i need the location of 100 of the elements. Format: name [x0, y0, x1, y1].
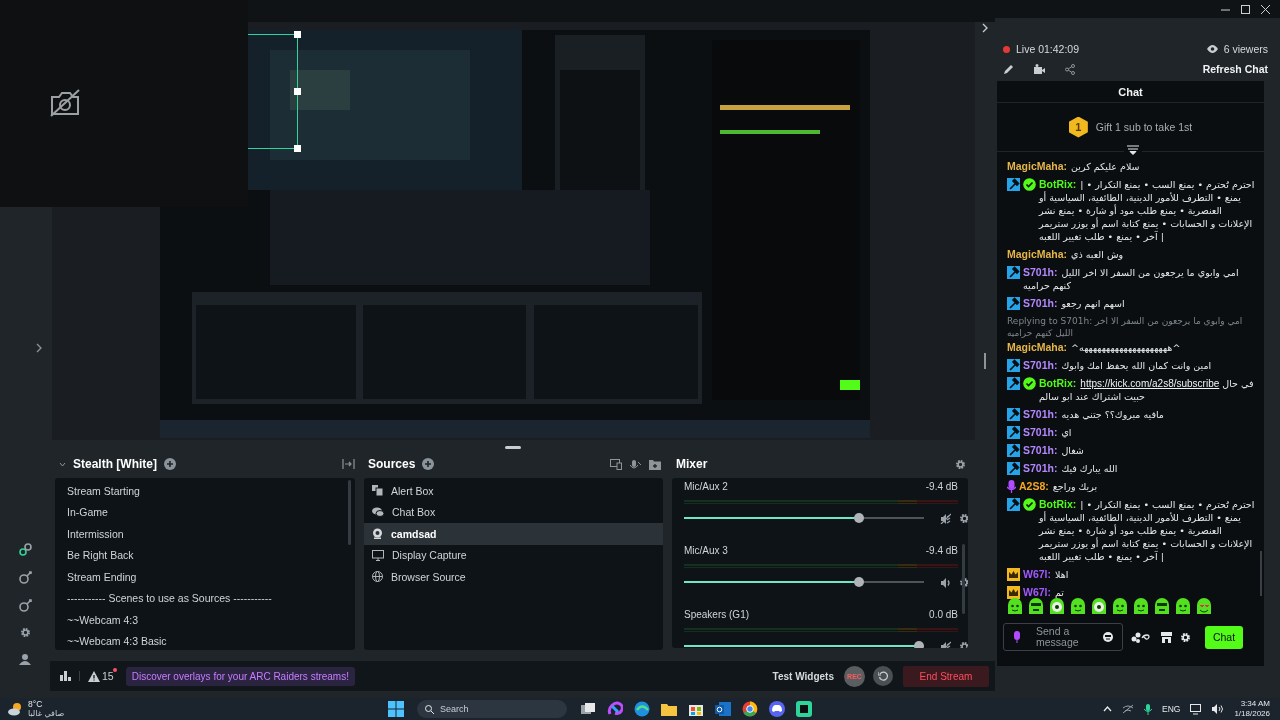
- source-item[interactable]: camdsad: [364, 523, 663, 545]
- test-widgets-link[interactable]: Test Widgets: [772, 670, 834, 682]
- search-icon: [425, 704, 434, 714]
- speaker-icon[interactable]: [940, 576, 951, 588]
- refresh-chat-button[interactable]: Refresh Chat: [1202, 63, 1268, 75]
- chevron-up-icon[interactable]: [1103, 706, 1112, 712]
- clock-date[interactable]: 1/18/2026: [1234, 709, 1270, 719]
- replay-button[interactable]: [873, 666, 893, 686]
- emote-icon[interactable]: [1090, 598, 1108, 615]
- emoji-icon[interactable]: [1103, 632, 1113, 642]
- scene-item[interactable]: Be Right Back: [55, 544, 355, 566]
- scene-item[interactable]: ~~Webcam 4:3: [55, 609, 355, 631]
- chevron-right-icon[interactable]: [982, 23, 988, 33]
- scrollbar[interactable]: [1260, 551, 1262, 596]
- scene-item[interactable]: Stream Starting: [55, 480, 355, 502]
- weather-icon[interactable]: [8, 702, 24, 716]
- settings-icon[interactable]: [955, 458, 966, 470]
- globe-icon: [372, 571, 383, 583]
- search-field[interactable]: Search: [417, 700, 567, 718]
- devices-icon[interactable]: [610, 458, 622, 470]
- eye-icon: [1206, 45, 1218, 53]
- windows-icon[interactable]: [388, 701, 404, 717]
- emote-icon[interactable]: [1048, 598, 1066, 615]
- resize-handle[interactable]: [504, 445, 521, 449]
- source-item[interactable]: Display Capture: [364, 544, 663, 566]
- scrollbar[interactable]: [962, 544, 965, 614]
- verified-badge-icon: [1023, 498, 1036, 511]
- emote-icon[interactable]: [1006, 598, 1024, 615]
- microphone-icon[interactable]: [630, 458, 641, 470]
- source-item[interactable]: Alert Box: [364, 480, 663, 502]
- chevron-right-icon[interactable]: [36, 343, 42, 353]
- camera-icon[interactable]: [1034, 63, 1045, 75]
- mail-icon[interactable]: [715, 701, 731, 717]
- monitor-icon[interactable]: [1190, 703, 1203, 715]
- end-stream-button[interactable]: End Stream: [903, 665, 989, 687]
- layers-icon: [372, 485, 383, 497]
- scrollbar[interactable]: [348, 480, 351, 545]
- settings-icon[interactable]: [19, 627, 31, 638]
- monitor-icon: [372, 549, 384, 561]
- muted-speaker-icon[interactable]: [940, 512, 951, 524]
- folder-icon[interactable]: [661, 701, 677, 717]
- store-icon[interactable]: [1161, 631, 1172, 643]
- microphone-icon[interactable]: [1144, 703, 1152, 715]
- user-icon[interactable]: [19, 653, 31, 665]
- hammer-badge-icon: [1007, 408, 1020, 421]
- scene-item[interactable]: ~~Webcam 4:3 Basic: [55, 630, 355, 650]
- volume-slider[interactable]: [684, 576, 924, 588]
- db-reading: -9.4 dB: [925, 544, 958, 556]
- promo-banner[interactable]: Discover overlays for your ARC Raiders streams!: [125, 666, 355, 686]
- folder-add-icon[interactable]: [649, 458, 661, 470]
- volume-slider[interactable]: [684, 512, 924, 524]
- network-off-icon[interactable]: [1122, 704, 1134, 714]
- muted-speaker-icon[interactable]: [940, 640, 951, 648]
- emote-icon[interactable]: [1195, 598, 1213, 615]
- task-view-icon[interactable]: [580, 701, 596, 717]
- app-icon[interactable]: [796, 701, 812, 717]
- swirl-icon[interactable]: [607, 701, 623, 717]
- browser-icon[interactable]: [634, 701, 650, 717]
- scene-item[interactable]: Stream Ending: [55, 566, 355, 588]
- emote-icon[interactable]: [1027, 598, 1045, 615]
- share-icon[interactable]: [1065, 63, 1075, 75]
- plug-icon[interactable]: [18, 571, 32, 584]
- scene-item[interactable]: In-Game: [55, 501, 355, 523]
- game-controller-icon[interactable]: [769, 701, 785, 717]
- emote-icon[interactable]: [1111, 598, 1129, 615]
- chat-link[interactable]: https://kick.com/a2s8/subscribe: [1080, 378, 1220, 389]
- resize-handle-icon[interactable]: [984, 353, 986, 369]
- browser-icon[interactable]: [742, 701, 758, 717]
- speaker-icon[interactable]: [1212, 704, 1225, 714]
- scroll-down-icon[interactable]: [1127, 145, 1139, 155]
- reply-context: Replying to S701h: امي وابوي ما يرجعون من السفر الا اخر الليل كنهم حراميه: [1007, 315, 1244, 339]
- hammer-badge-icon: [1007, 462, 1020, 475]
- scene-item[interactable]: Intermission: [55, 523, 355, 545]
- points-icon[interactable]: [1131, 631, 1153, 643]
- link-icon[interactable]: [18, 543, 32, 556]
- emote-icon[interactable]: [1132, 598, 1150, 615]
- gift-prompt[interactable]: Gift 1 sub to take 1st: [1095, 121, 1193, 133]
- source-item[interactable]: Chat Box: [364, 501, 663, 523]
- microphone-icon[interactable]: [1013, 631, 1021, 643]
- chevron-down-icon[interactable]: [59, 460, 66, 468]
- stats-icon[interactable]: [60, 671, 71, 681]
- replay-icon: [878, 671, 888, 681]
- scene-item[interactable]: ----------- Scenes to use as Sources -----------: [55, 587, 355, 609]
- source-item[interactable]: Browser Source: [364, 566, 663, 588]
- close-icon[interactable]: [1261, 4, 1270, 14]
- settings-icon[interactable]: [959, 512, 968, 524]
- language-indicator[interactable]: ENG: [1162, 704, 1181, 714]
- pencil-icon[interactable]: [1003, 63, 1014, 75]
- emote-icon[interactable]: [1174, 598, 1192, 615]
- emote-icon[interactable]: [1069, 598, 1087, 615]
- collapse-icon[interactable]: [342, 459, 355, 469]
- warning-icon[interactable]: [88, 670, 100, 682]
- add-icon[interactable]: [422, 458, 435, 470]
- clock-time[interactable]: 3:34 AM: [1240, 699, 1270, 709]
- message-field[interactable]: Send a message: [1003, 623, 1123, 651]
- add-icon[interactable]: [164, 458, 176, 470]
- maximize-icon[interactable]: [1241, 4, 1250, 14]
- plug-icon[interactable]: [18, 599, 32, 612]
- send-chat-button[interactable]: Chat: [1205, 625, 1243, 649]
- emote-icon[interactable]: [1153, 598, 1171, 615]
